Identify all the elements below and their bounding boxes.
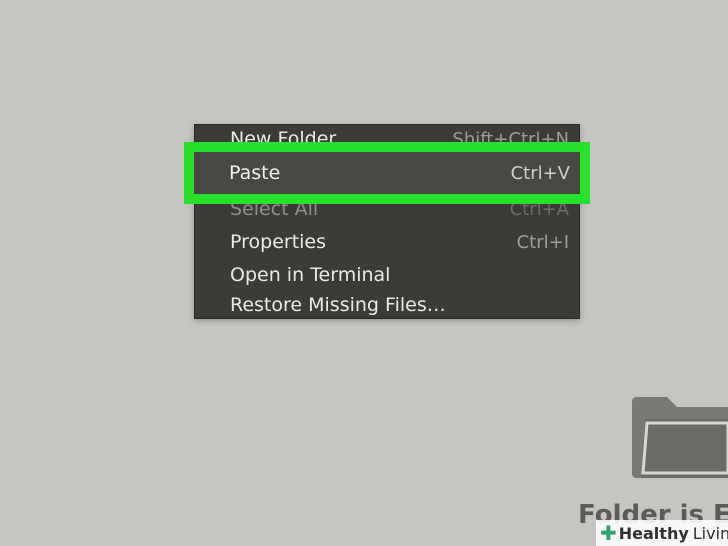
menu-item-new-folder[interactable]: New Folder Shift+Ctrl+N <box>195 122 579 156</box>
menu-item-label: New Folder <box>230 128 337 150</box>
watermark-text-bold: Healthy <box>618 523 689 543</box>
menu-item-restore-missing-files[interactable]: Restore Missing Files… <box>195 288 579 322</box>
menu-item-open-in-terminal[interactable]: Open in Terminal <box>195 258 579 292</box>
menu-item-select-all: Select All Ctrl+A <box>195 192 579 226</box>
plus-cross-icon: ✚ <box>600 521 617 545</box>
watermark-text-regular: Living <box>692 523 728 543</box>
menu-item-label: Properties <box>230 231 327 253</box>
menu-item-properties[interactable]: Properties Ctrl+I <box>195 225 579 259</box>
menu-item-shortcut: Ctrl+A <box>509 198 569 220</box>
watermark: ✚ Healthy Living <box>596 520 728 546</box>
menu-item-shortcut: Shift+Ctrl+N <box>452 128 569 150</box>
folder-icon <box>632 397 728 478</box>
menu-item-shortcut: Ctrl+V <box>510 162 570 184</box>
menu-item-label: Open in Terminal <box>230 264 391 286</box>
menu-item-label: Restore Missing Files… <box>230 294 446 316</box>
desktop-background[interactable]: New Folder Shift+Ctrl+N Select All Ctrl+… <box>0 0 728 546</box>
menu-item-shortcut: Ctrl+I <box>516 231 569 253</box>
menu-item-paste[interactable]: Paste Ctrl+V <box>194 152 580 194</box>
menu-item-label: Select All <box>230 198 319 220</box>
menu-item-label: Paste <box>229 162 281 184</box>
